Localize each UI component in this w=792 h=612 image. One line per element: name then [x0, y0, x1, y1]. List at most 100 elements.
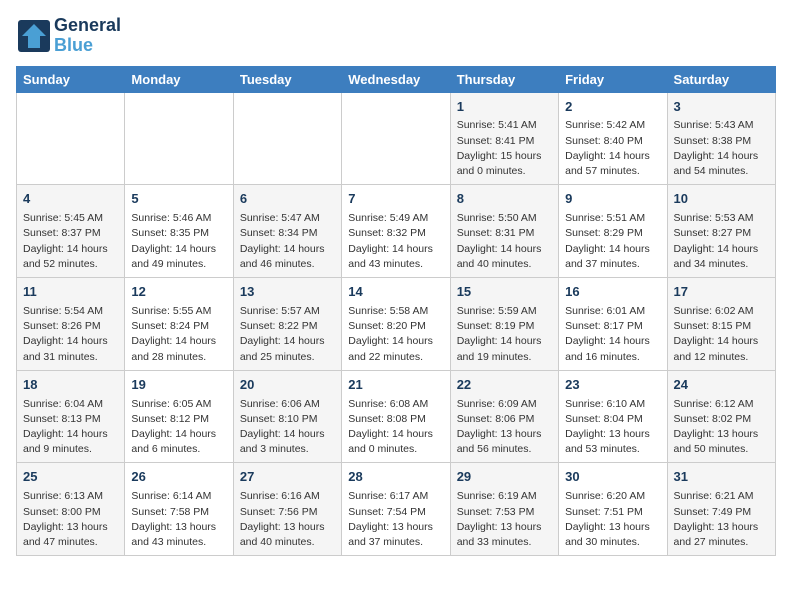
day-info: Sunrise: 6:17 AMSunset: 7:54 PMDaylight:… — [348, 489, 443, 550]
weekday-header-wednesday: Wednesday — [342, 66, 450, 92]
calendar-cell-week1-day2 — [125, 92, 233, 185]
day-info: Sunrise: 5:49 AMSunset: 8:32 PMDaylight:… — [348, 211, 443, 272]
calendar-cell-week4-day4: 21 Sunrise: 6:08 AMSunset: 8:08 PMDayligh… — [342, 370, 450, 463]
calendar-cell-week2-day5: 8 Sunrise: 5:50 AMSunset: 8:31 PMDaylight… — [450, 185, 558, 278]
day-info: Sunrise: 6:12 AMSunset: 8:02 PMDaylight:… — [674, 397, 769, 458]
day-info: Sunrise: 6:16 AMSunset: 7:56 PMDaylight:… — [240, 489, 335, 550]
calendar-cell-week2-day3: 6 Sunrise: 5:47 AMSunset: 8:34 PMDaylight… — [233, 185, 341, 278]
day-info: Sunrise: 5:54 AMSunset: 8:26 PMDaylight:… — [23, 304, 118, 365]
calendar-cell-week1-day1 — [17, 92, 125, 185]
day-number: 16 — [565, 283, 660, 302]
day-number: 31 — [674, 468, 769, 487]
day-number: 24 — [674, 376, 769, 395]
logo-blue: Blue — [54, 36, 121, 56]
day-info: Sunrise: 6:04 AMSunset: 8:13 PMDaylight:… — [23, 397, 118, 458]
calendar-cell-week2-day7: 10 Sunrise: 5:53 AMSunset: 8:27 PMDayligh… — [667, 185, 775, 278]
day-info: Sunrise: 6:20 AMSunset: 7:51 PMDaylight:… — [565, 489, 660, 550]
calendar-cell-week1-day7: 3Sunrise: 5:43 AMSunset: 8:38 PMDaylight… — [667, 92, 775, 185]
day-number: 4 — [23, 190, 118, 209]
day-info: Sunrise: 6:19 AMSunset: 7:53 PMDaylight:… — [457, 489, 552, 550]
day-info: Sunrise: 5:51 AMSunset: 8:29 PMDaylight:… — [565, 211, 660, 272]
calendar-cell-week5-day1: 25 Sunrise: 6:13 AMSunset: 8:00 PMDayligh… — [17, 463, 125, 556]
calendar-cell-week1-day4 — [342, 92, 450, 185]
day-number: 19 — [131, 376, 226, 395]
day-number: 9 — [565, 190, 660, 209]
calendar-cell-week4-day3: 20 Sunrise: 6:06 AMSunset: 8:10 PMDayligh… — [233, 370, 341, 463]
day-number: 1 — [457, 98, 552, 117]
day-info: Sunrise: 6:08 AMSunset: 8:08 PMDaylight:… — [348, 397, 443, 458]
day-number: 7 — [348, 190, 443, 209]
calendar-cell-week3-day1: 11 Sunrise: 5:54 AMSunset: 8:26 PMDayligh… — [17, 278, 125, 371]
weekday-header-saturday: Saturday — [667, 66, 775, 92]
day-info: Sunrise: 5:47 AMSunset: 8:34 PMDaylight:… — [240, 211, 335, 272]
calendar-cell-week1-day5: 1Sunrise: 5:41 AMSunset: 8:41 PMDaylight… — [450, 92, 558, 185]
day-info: Sunrise: 6:02 AMSunset: 8:15 PMDaylight:… — [674, 304, 769, 365]
day-number: 13 — [240, 283, 335, 302]
calendar-cell-week5-day6: 30 Sunrise: 6:20 AMSunset: 7:51 PMDayligh… — [559, 463, 667, 556]
logo: General Blue — [16, 16, 121, 56]
calendar-cell-week4-day7: 24 Sunrise: 6:12 AMSunset: 8:02 PMDayligh… — [667, 370, 775, 463]
calendar-cell-week2-day6: 9 Sunrise: 5:51 AMSunset: 8:29 PMDaylight… — [559, 185, 667, 278]
weekday-header-monday: Monday — [125, 66, 233, 92]
weekday-header-thursday: Thursday — [450, 66, 558, 92]
day-number: 29 — [457, 468, 552, 487]
calendar-cell-week3-day5: 15Sunrise: 5:59 AMSunset: 8:19 PMDayligh… — [450, 278, 558, 371]
day-info: Sunrise: 6:10 AMSunset: 8:04 PMDaylight:… — [565, 397, 660, 458]
day-number: 3 — [674, 98, 769, 117]
day-number: 20 — [240, 376, 335, 395]
day-number: 26 — [131, 468, 226, 487]
day-number: 30 — [565, 468, 660, 487]
day-info: Sunrise: 6:13 AMSunset: 8:00 PMDaylight:… — [23, 489, 118, 550]
calendar-cell-week3-day2: 12 Sunrise: 5:55 AMSunset: 8:24 PMDayligh… — [125, 278, 233, 371]
day-number: 8 — [457, 190, 552, 209]
day-info: Sunrise: 5:58 AMSunset: 8:20 PMDaylight:… — [348, 304, 443, 365]
weekday-header-friday: Friday — [559, 66, 667, 92]
calendar-cell-week5-day7: 31 Sunrise: 6:21 AMSunset: 7:49 PMDayligh… — [667, 463, 775, 556]
day-number: 12 — [131, 283, 226, 302]
day-number: 11 — [23, 283, 118, 302]
calendar-cell-week1-day6: 2Sunrise: 5:42 AMSunset: 8:40 PMDaylight… — [559, 92, 667, 185]
calendar-cell-week2-day2: 5 Sunrise: 5:46 AMSunset: 8:35 PMDaylight… — [125, 185, 233, 278]
day-info: Sunrise: 5:55 AMSunset: 8:24 PMDaylight:… — [131, 304, 226, 365]
day-info: Sunrise: 6:06 AMSunset: 8:10 PMDaylight:… — [240, 397, 335, 458]
calendar-cell-week4-day5: 22Sunrise: 6:09 AMSunset: 8:06 PMDayligh… — [450, 370, 558, 463]
calendar-cell-week3-day4: 14Sunrise: 5:58 AMSunset: 8:20 PMDayligh… — [342, 278, 450, 371]
calendar-cell-week4-day6: 23 Sunrise: 6:10 AMSunset: 8:04 PMDayligh… — [559, 370, 667, 463]
day-info: Sunrise: 5:43 AMSunset: 8:38 PMDaylight:… — [674, 118, 769, 179]
calendar-cell-week4-day2: 19 Sunrise: 6:05 AMSunset: 8:12 PMDayligh… — [125, 370, 233, 463]
day-info: Sunrise: 5:46 AMSunset: 8:35 PMDaylight:… — [131, 211, 226, 272]
calendar-cell-week3-day6: 16 Sunrise: 6:01 AMSunset: 8:17 PMDayligh… — [559, 278, 667, 371]
day-info: Sunrise: 6:05 AMSunset: 8:12 PMDaylight:… — [131, 397, 226, 458]
logo-general: General — [54, 16, 121, 36]
day-number: 25 — [23, 468, 118, 487]
day-number: 15 — [457, 283, 552, 302]
day-number: 5 — [131, 190, 226, 209]
calendar-cell-week4-day1: 18 Sunrise: 6:04 AMSunset: 8:13 PMDayligh… — [17, 370, 125, 463]
day-info: Sunrise: 5:50 AMSunset: 8:31 PMDaylight:… — [457, 211, 552, 272]
calendar-cell-week1-day3 — [233, 92, 341, 185]
day-number: 10 — [674, 190, 769, 209]
day-info: Sunrise: 5:45 AMSunset: 8:37 PMDaylight:… — [23, 211, 118, 272]
day-number: 6 — [240, 190, 335, 209]
day-number: 2 — [565, 98, 660, 117]
calendar-cell-week5-day4: 28 Sunrise: 6:17 AMSunset: 7:54 PMDayligh… — [342, 463, 450, 556]
day-number: 22 — [457, 376, 552, 395]
calendar-cell-week2-day4: 7 Sunrise: 5:49 AMSunset: 8:32 PMDaylight… — [342, 185, 450, 278]
day-info: Sunrise: 6:21 AMSunset: 7:49 PMDaylight:… — [674, 489, 769, 550]
day-number: 21 — [348, 376, 443, 395]
day-number: 28 — [348, 468, 443, 487]
day-info: Sunrise: 5:57 AMSunset: 8:22 PMDaylight:… — [240, 304, 335, 365]
day-info: Sunrise: 6:01 AMSunset: 8:17 PMDaylight:… — [565, 304, 660, 365]
calendar-cell-week5-day2: 26Sunrise: 6:14 AMSunset: 7:58 PMDayligh… — [125, 463, 233, 556]
day-number: 17 — [674, 283, 769, 302]
header: General Blue — [16, 16, 776, 56]
day-info: Sunrise: 5:53 AMSunset: 8:27 PMDaylight:… — [674, 211, 769, 272]
day-number: 23 — [565, 376, 660, 395]
day-number: 18 — [23, 376, 118, 395]
calendar-cell-week3-day3: 13 Sunrise: 5:57 AMSunset: 8:22 PMDayligh… — [233, 278, 341, 371]
calendar-cell-week3-day7: 17 Sunrise: 6:02 AMSunset: 8:15 PMDayligh… — [667, 278, 775, 371]
day-info: Sunrise: 5:42 AMSunset: 8:40 PMDaylight:… — [565, 118, 660, 179]
day-info: Sunrise: 5:41 AMSunset: 8:41 PMDaylight:… — [457, 118, 552, 179]
weekday-header-sunday: Sunday — [17, 66, 125, 92]
calendar-cell-week5-day5: 29 Sunrise: 6:19 AMSunset: 7:53 PMDayligh… — [450, 463, 558, 556]
